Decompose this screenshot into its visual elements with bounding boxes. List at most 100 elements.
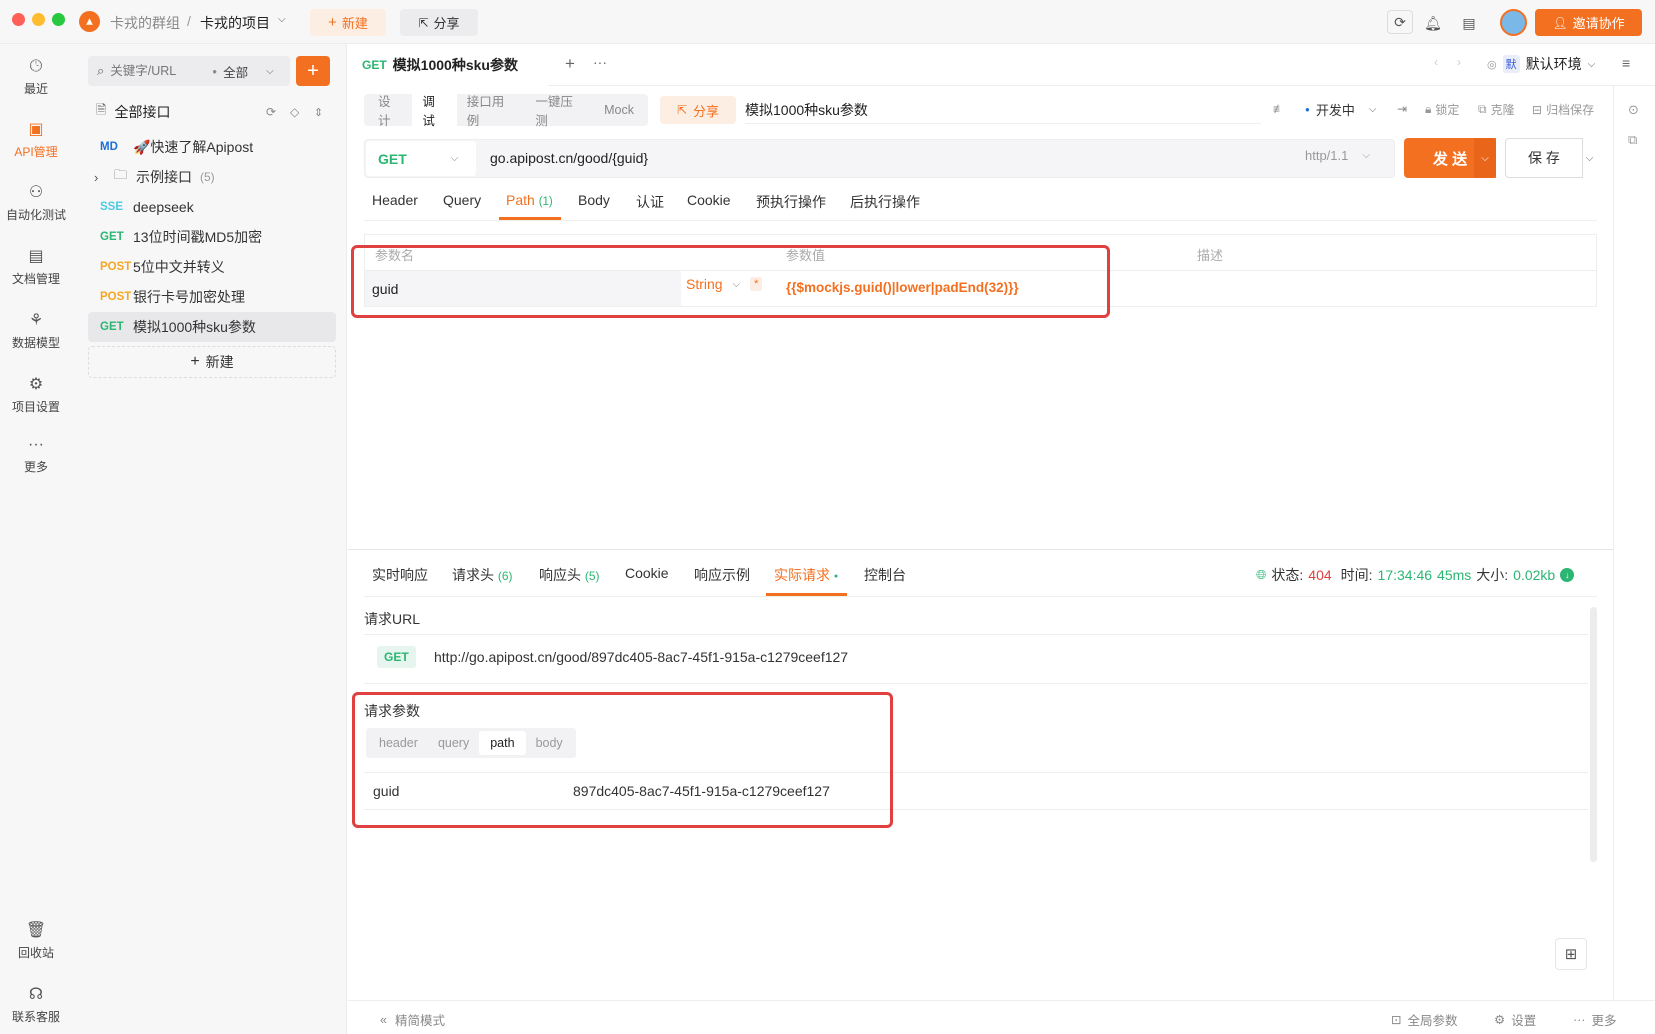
url-input[interactable] <box>490 146 1270 170</box>
share-api-button[interactable]: ⇱ 分享 <box>660 96 736 124</box>
maximize-window-button[interactable] <box>52 13 65 26</box>
tree-item-get-selected[interactable]: GET 模拟1000种sku参数 <box>88 312 336 342</box>
download-icon[interactable]: ↓ <box>1560 568 1575 582</box>
mode-debug[interactable]: 调试 <box>412 86 457 134</box>
add-tab-icon[interactable]: + <box>565 54 575 74</box>
chevron-right-icon[interactable]: › <box>94 170 114 185</box>
col-header-description: 描述 <box>1197 248 1224 263</box>
nav-support[interactable]: ☊ 联系客服 <box>0 984 72 1025</box>
tab-console[interactable]: 控制台 <box>864 565 906 585</box>
clone-button[interactable]: ⧉ 克隆 <box>1478 101 1515 118</box>
tab-prev-icon[interactable]: ‹ <box>1434 55 1438 69</box>
send-options-button[interactable]: ⌵ <box>1474 138 1496 178</box>
method-select[interactable]: GET ⌵ <box>366 141 476 176</box>
close-window-button[interactable] <box>12 13 25 26</box>
tab-header[interactable]: Header <box>372 192 418 208</box>
format-icon[interactable]: ≢ <box>1273 102 1285 116</box>
tab-next-icon[interactable]: › <box>1457 55 1461 69</box>
more-icon: ··· <box>28 436 44 453</box>
mode-mock[interactable]: Mock <box>594 103 644 117</box>
locate-icon[interactable]: ◇ <box>290 105 299 119</box>
code-icon[interactable]: ⧉ <box>1628 132 1637 148</box>
mode-load-test[interactable]: 一键压测 <box>525 91 594 129</box>
tree-item-get[interactable]: GET 13位时间戳MD5加密 <box>88 222 336 252</box>
tree-item-post[interactable]: POST 银行卡号加密处理 <box>88 282 336 312</box>
search-input[interactable] <box>110 64 207 78</box>
global-params-button[interactable]: ⊡ 全局参数 <box>1391 1010 1458 1029</box>
mode-cases[interactable]: 接口用例 <box>457 91 526 129</box>
nav-recent[interactable]: 🕒︎ 最近 <box>0 58 72 97</box>
tab-query[interactable]: Query <box>443 192 481 208</box>
tree-item-md[interactable]: MD 🚀快速了解Apipost <box>88 132 336 162</box>
tab-auth[interactable]: 认证 <box>636 192 664 212</box>
tab-cookie[interactable]: Cookie <box>687 192 731 208</box>
nav-automation-test[interactable]: ⚇ 自动化测试 <box>0 182 72 223</box>
all-apis-header[interactable]: 🗎︎ 全部接口 ⟳ ◇ ⇕ <box>96 100 336 124</box>
tab-request-headers[interactable]: 请求头 (6) <box>452 565 513 585</box>
environment-select[interactable]: ◎ 默 默认环境 ⌵ <box>1487 52 1612 76</box>
simple-mode-toggle[interactable]: « 精简模式 <box>380 1010 445 1029</box>
more-button[interactable]: ··· 更多 <box>1573 1010 1617 1029</box>
tab-response-cookie[interactable]: Cookie <box>625 565 669 581</box>
tab-body[interactable]: Body <box>578 192 610 208</box>
tree-folder-examples[interactable]: › 🗀︎ 示例接口 (5) <box>88 162 336 192</box>
tab-pre-script[interactable]: 预执行操作 <box>756 192 826 212</box>
tab-active-request[interactable]: GET 模拟1000种sku参数 <box>348 44 548 86</box>
save-options-button[interactable]: ⌵ <box>1582 138 1597 178</box>
minimize-window-button[interactable] <box>32 13 45 26</box>
new-button[interactable]: + 新建 <box>310 9 386 36</box>
add-api-button[interactable]: + <box>296 56 330 86</box>
tree-item-sse[interactable]: SSE deepseek <box>88 192 336 222</box>
nav-docs[interactable]: ▤ 文档管理 <box>0 246 72 287</box>
nav-data-model[interactable]: ⚘ 数据模型 <box>0 310 72 351</box>
menu-icon[interactable]: ≡ <box>1622 55 1630 71</box>
tab-response-headers[interactable]: 响应头 (5) <box>539 565 600 585</box>
mode-design[interactable]: 设计 <box>368 91 412 129</box>
layout-toggle-icon[interactable]: ⊞ <box>1555 938 1587 970</box>
more-tabs-icon[interactable]: ··· <box>593 54 607 70</box>
right-toolbar: ⊙ ⧉ <box>1613 86 1655 1000</box>
archive-button[interactable]: ⊟ 归档保存 <box>1532 101 1594 118</box>
tab-post-script[interactable]: 后执行操作 <box>850 192 920 212</box>
chevron-down-icon[interactable]: ⌵ <box>278 14 286 25</box>
chevron-down-icon: ⌵ <box>1362 150 1370 161</box>
collapse-icon[interactable]: ⇥ <box>1397 102 1407 116</box>
sync-icon[interactable]: ⟳ <box>1387 10 1413 34</box>
lock-button[interactable]: 🔒︎ 锁定 <box>1425 101 1459 118</box>
all-apis-label: 全部接口 <box>114 104 171 120</box>
chevron-down-icon: ⌵ <box>1481 152 1489 164</box>
request-url-value: http://go.apipost.cn/good/897dc405-8ac7-… <box>434 649 849 665</box>
scrollbar[interactable] <box>1590 607 1597 862</box>
settings-button[interactable]: ⚙︎ 设置 <box>1494 1010 1536 1029</box>
expand-icon[interactable]: ⊙ <box>1628 102 1639 118</box>
search-box[interactable]: ⌕ ● 全部 ⌵ <box>88 56 290 86</box>
nav-api-management[interactable]: ▣ API管理 <box>0 119 72 160</box>
save-button[interactable]: 保 存 <box>1505 138 1583 178</box>
nav-project-settings[interactable]: ⚙︎ 项目设置 <box>0 374 72 415</box>
bell-icon[interactable]: 🔔︎ <box>1422 12 1444 34</box>
sort-icon[interactable]: ⇕ <box>314 106 323 119</box>
new-api-button[interactable]: + 新建 <box>88 346 336 378</box>
status-select[interactable]: ● 开发中 ⌵ <box>1305 100 1376 119</box>
filter-select[interactable]: 全部 <box>223 62 248 81</box>
refresh-icon[interactable]: ⟳ <box>266 105 276 119</box>
api-name-input[interactable] <box>745 96 1261 124</box>
nav-trash[interactable]: 🗑︎ 回收站 <box>0 920 72 961</box>
breadcrumb-project[interactable]: 卡戎的项目 <box>200 13 270 33</box>
notes-icon[interactable]: ▤ <box>1458 12 1480 34</box>
tab-response-example[interactable]: 响应示例 <box>694 565 750 585</box>
plus-icon: + <box>307 59 319 82</box>
tab-live-response[interactable]: 实时响应 <box>372 565 428 585</box>
status-code: 404 <box>1308 567 1332 583</box>
protocol-select[interactable]: http/1.1 ⌵ <box>1305 148 1370 163</box>
nav-more[interactable]: ··· 更多 <box>0 436 72 475</box>
breadcrumb-group[interactable]: 卡戎的群组 <box>110 13 180 33</box>
invite-button[interactable]: 👤︎ 邀请协作 <box>1535 9 1642 36</box>
chevron-down-icon[interactable]: ⌵ <box>266 66 274 77</box>
share-button[interactable]: ⇱ 分享 <box>400 9 478 36</box>
avatar[interactable] <box>1500 9 1527 36</box>
tab-actual-request[interactable]: 实际请求 ● <box>774 565 838 585</box>
tab-path[interactable]: Path (1) <box>506 192 553 208</box>
tree-item-post[interactable]: POST 5位中文并转义 <box>88 252 336 282</box>
app-logo-icon <box>79 11 100 32</box>
